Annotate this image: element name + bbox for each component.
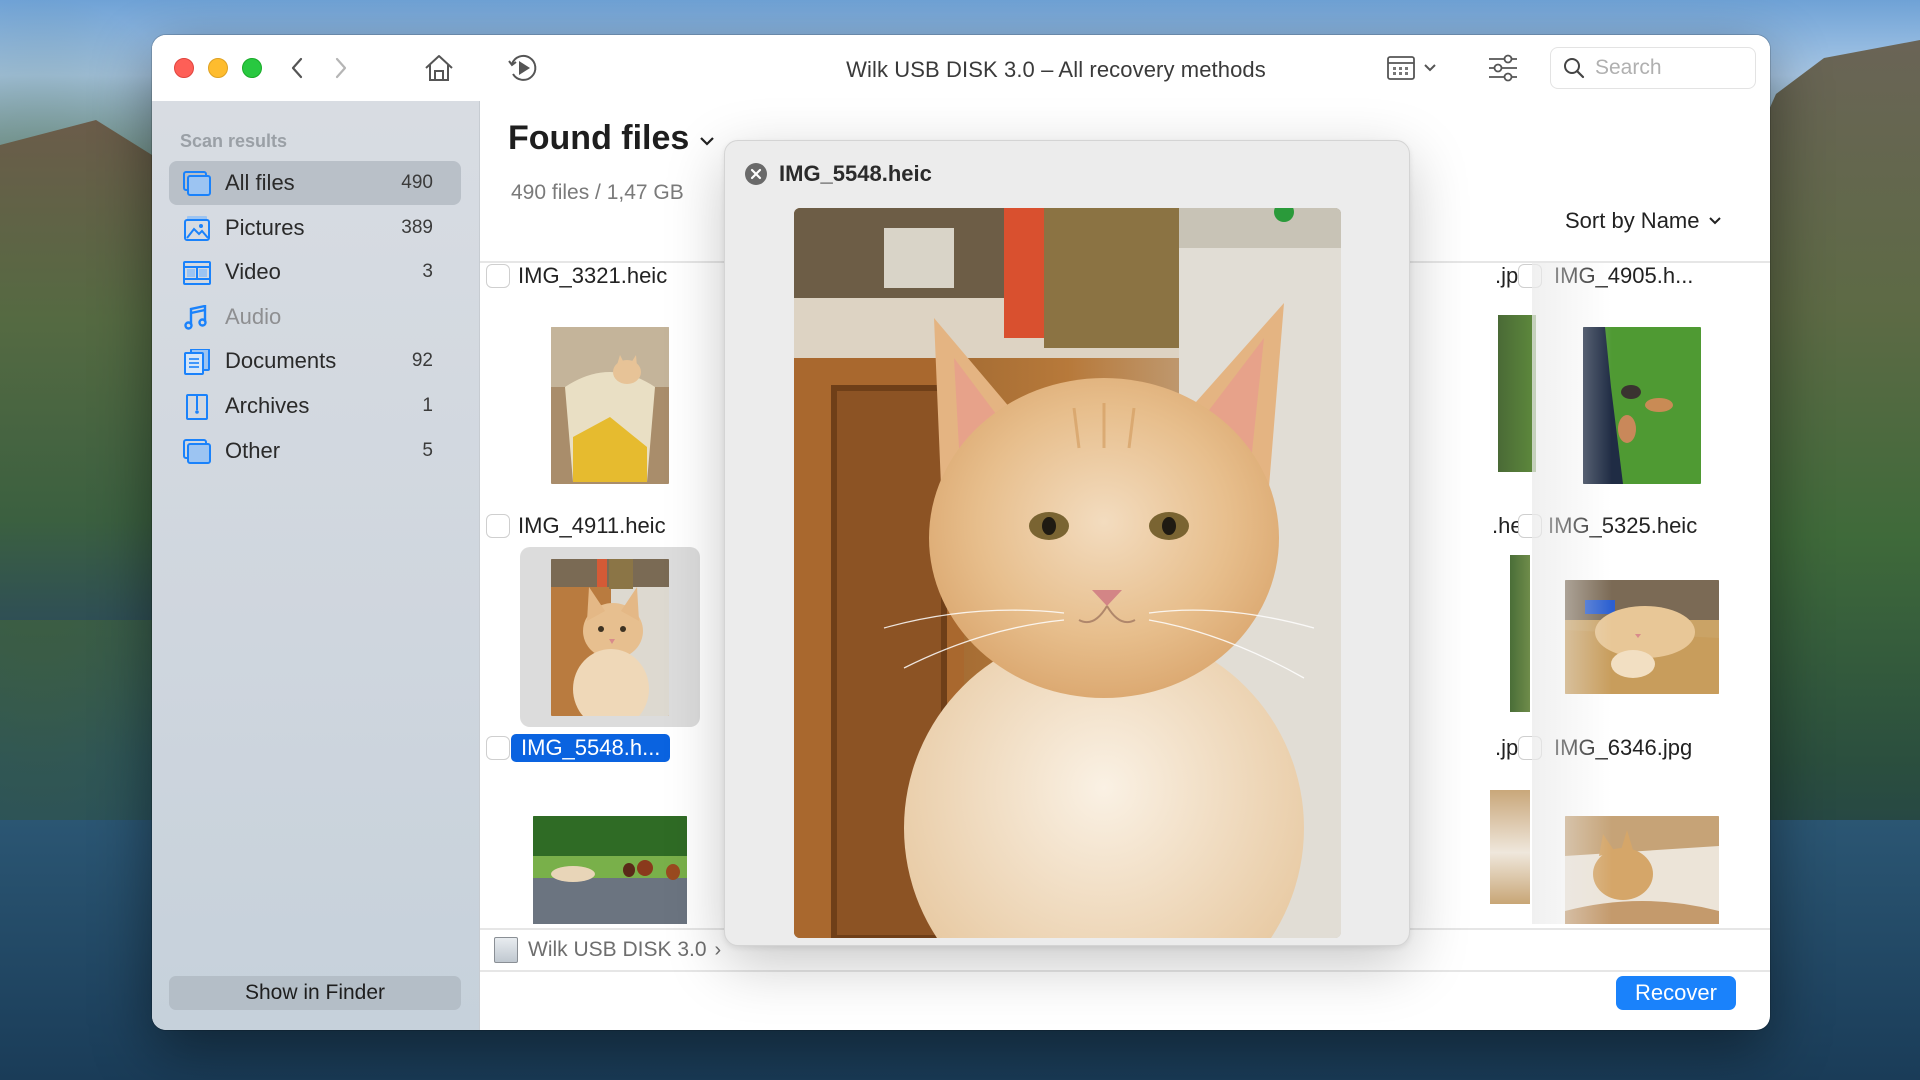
sidebar-item-label: Audio — [225, 303, 282, 329]
breadcrumb-disk[interactable]: Wilk USB DISK 3.0 — [528, 938, 707, 962]
thumbnail-partial — [1490, 790, 1530, 904]
pictures-icon — [184, 215, 210, 241]
sidebar-item-label: Documents — [225, 348, 337, 374]
window-title: Wilk USB DISK 3.0 – All recovery methods — [846, 57, 1266, 82]
thumbnail-partial — [1498, 315, 1536, 472]
sidebar-item-archives[interactable]: Archives 1 — [169, 384, 461, 428]
chevron-down-icon — [1708, 217, 1721, 225]
thumbnail-partial — [1510, 555, 1530, 712]
sort-dropdown[interactable]: Sort by Name — [1565, 208, 1722, 234]
preview-image-kitten — [794, 208, 1341, 938]
sidebar-item-audio[interactable]: Audio — [169, 295, 461, 339]
thumbnail-image-sleeping-cat — [1565, 580, 1719, 694]
sidebar: Scan results All files 490 Pictures 389 … — [152, 35, 480, 1030]
view-mode-dropdown[interactable] — [1382, 51, 1442, 85]
thumbnail — [520, 315, 700, 495]
thumbnail-selected — [520, 547, 700, 727]
grid-view-icon — [1387, 56, 1415, 80]
search-input[interactable] — [1595, 56, 1745, 80]
file-name: IMG_5325.heic — [1548, 513, 1698, 538]
found-files-dropdown[interactable]: Found files — [508, 119, 715, 158]
quick-look-preview: IMG_5548.heic — [724, 140, 1410, 946]
file-name: IMG_6346.jpg — [1554, 735, 1693, 760]
sidebar-item-count: 92 — [411, 350, 433, 372]
breadcrumb-separator: › — [714, 938, 722, 961]
sidebar-item-documents[interactable]: Documents 92 — [169, 339, 461, 383]
thumbnail-image-dog-chickens — [533, 816, 687, 924]
sidebar-item-count: 389 — [401, 216, 433, 238]
found-files-summary: 490 files / 1,47 GB — [511, 181, 684, 204]
file-checkbox[interactable] — [1518, 514, 1542, 538]
file-name: IMG_4905.h... — [1554, 263, 1694, 288]
sidebar-item-pictures[interactable]: Pictures 389 — [169, 206, 461, 250]
sidebar-item-label: Pictures — [225, 214, 305, 240]
page-title: Found files — [508, 119, 690, 157]
close-circle-icon — [750, 168, 762, 180]
documents-icon — [184, 349, 210, 376]
usb-disk-icon — [494, 937, 518, 963]
thumbnail — [1552, 547, 1732, 727]
other-icon — [183, 438, 211, 464]
app-window: Scan results All files 490 Pictures 389 … — [152, 35, 1770, 1030]
chevron-down-icon — [700, 136, 715, 146]
titlebar: Wilk USB DISK 3.0 – All recovery methods — [152, 35, 1770, 101]
search-field[interactable] — [1550, 47, 1756, 89]
sidebar-item-count: 3 — [422, 261, 433, 283]
thumbnail-image-cat-on-bed — [1565, 816, 1719, 924]
sidebar-item-all-files[interactable]: All files 490 — [169, 161, 461, 205]
chevron-down-icon — [1424, 64, 1436, 72]
file-checkbox[interactable] — [1518, 736, 1542, 760]
search-icon — [1564, 58, 1585, 79]
recover-button[interactable]: Recover — [1616, 976, 1736, 1010]
file-name: IMG_4911.heic — [518, 513, 666, 538]
file-checkbox[interactable] — [486, 264, 510, 288]
preview-image — [794, 208, 1341, 938]
thumbnail-image-cat-on-basket — [551, 326, 669, 484]
preview-title: IMG_5548.heic — [779, 161, 932, 186]
sidebar-list: All files 490 Pictures 389 Video 3 Audio… — [169, 161, 461, 473]
sidebar-item-count: 490 — [401, 172, 433, 193]
thumbnail — [1552, 783, 1732, 924]
desktop-wallpaper-left — [0, 120, 160, 620]
sidebar-item-label: All files — [225, 170, 295, 195]
sidebar-item-label: Video — [225, 259, 281, 285]
file-checkbox[interactable] — [1518, 264, 1542, 288]
audio-icon — [184, 304, 207, 330]
file-checkbox[interactable] — [486, 514, 510, 538]
sort-label: Sort by Name — [1565, 208, 1700, 233]
sidebar-item-label: Other — [225, 437, 281, 463]
sliders-icon — [1489, 54, 1517, 82]
close-preview-button[interactable] — [745, 163, 767, 185]
filter-button[interactable] — [1486, 51, 1520, 85]
thumbnail-image-kitten — [551, 558, 669, 716]
all-files-icon — [183, 171, 211, 196]
file-name-selected: IMG_5548.h... — [511, 734, 671, 762]
video-icon — [183, 261, 211, 286]
desktop-wallpaper-right — [1760, 40, 1920, 940]
sidebar-item-other[interactable]: Other 5 — [169, 429, 461, 473]
archives-icon — [186, 393, 208, 420]
sidebar-item-count: 5 — [422, 439, 433, 461]
file-checkbox[interactable] — [486, 736, 510, 760]
thumbnail-image-chicks-on-grass — [1583, 326, 1701, 484]
show-in-finder-button[interactable]: Show in Finder — [169, 976, 461, 1010]
sidebar-item-video[interactable]: Video 3 — [169, 250, 461, 294]
sidebar-item-label: Archives — [225, 392, 310, 418]
sidebar-item-count: 1 — [422, 394, 433, 416]
thumbnail — [520, 783, 700, 924]
thumbnail — [1552, 315, 1732, 495]
file-name: IMG_3321.heic — [518, 263, 668, 288]
sidebar-heading: Scan results — [180, 131, 288, 151]
